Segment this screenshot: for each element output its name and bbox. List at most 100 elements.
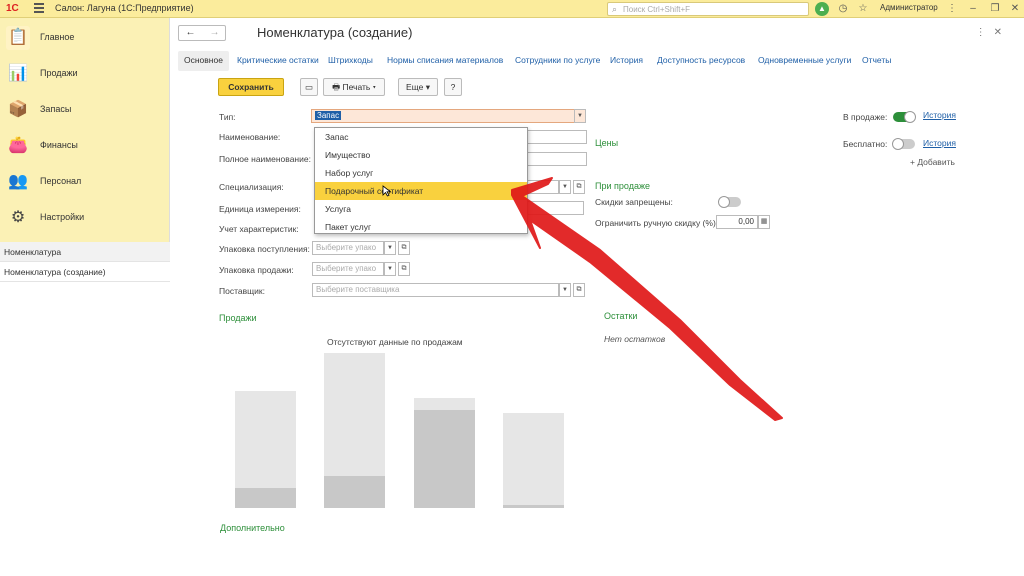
top-bar: 1С Салон: Лагуна (1С:Предприятие) ⌕ Поис… xyxy=(0,0,1024,18)
star-icon[interactable]: ☆ xyxy=(856,2,870,16)
pack-in-open-icon[interactable]: ⧉ xyxy=(398,241,410,255)
print-label: Печать xyxy=(342,82,371,92)
more-label: Еще xyxy=(406,82,424,92)
boxes-icon: 📦 xyxy=(8,101,28,118)
notification-icon[interactable]: ▲ xyxy=(815,2,829,16)
close-icon[interactable]: ✕ xyxy=(1008,2,1022,16)
placeholder-bar xyxy=(414,398,475,410)
tab-critical-stock[interactable]: Критические остатки xyxy=(237,51,319,71)
placeholder-bar xyxy=(324,476,385,508)
open-windows-list: Номенклатура Номенклатура (создание) xyxy=(0,242,170,576)
dropdown-item[interactable]: Запас xyxy=(315,128,527,146)
manual-discount-field[interactable]: 0,00 xyxy=(716,215,758,229)
gear-icon: ⚙ xyxy=(10,209,26,226)
sidebar-item-label: Финансы xyxy=(40,140,78,150)
free-history-link[interactable]: История xyxy=(923,138,956,148)
tab-resources[interactable]: Доступность ресурсов xyxy=(657,51,745,71)
full-name-field[interactable] xyxy=(527,152,587,166)
history-icon[interactable]: ◷ xyxy=(836,2,850,16)
pack-out-field[interactable]: Выберите упако xyxy=(312,262,384,276)
tab-reports[interactable]: Отчеты xyxy=(862,51,891,71)
type-field[interactable]: Запас xyxy=(311,109,575,123)
tab-employees[interactable]: Сотрудники по услуге xyxy=(515,51,600,71)
chart-icon: 📊 xyxy=(8,65,28,82)
sidebar-item-stock[interactable]: 📦 Запасы xyxy=(0,92,170,128)
type-label: Тип: xyxy=(219,112,236,122)
pack-out-dropdown[interactable]: ▼ xyxy=(384,262,396,276)
chevron-down-icon: ▾ xyxy=(370,82,376,92)
user-name[interactable]: Администратор xyxy=(880,3,938,12)
unit-label: Единица измерения: xyxy=(219,204,301,214)
pack-out-label: Упаковка продажи: xyxy=(219,265,294,275)
main-panel: ← → Номенклатура (создание) ⋮✕ Основное … xyxy=(171,18,1024,576)
extra-title: Дополнительно xyxy=(220,523,285,533)
in-sale-label: В продаже: xyxy=(843,112,888,122)
settings-icon[interactable]: ⋮ xyxy=(945,2,959,16)
full-name-label: Полное наименование: xyxy=(219,154,311,164)
sidebar-item-main[interactable]: 📋 Главное xyxy=(0,20,170,56)
supplier-open-icon[interactable]: ⧉ xyxy=(573,283,585,297)
copy-icon: ▭ xyxy=(304,82,314,92)
tab-simultaneous[interactable]: Одновременные услуги xyxy=(758,51,851,71)
on-sale-title: При продаже xyxy=(595,181,650,191)
specialization-field[interactable] xyxy=(527,180,559,194)
stock-title: Остатки xyxy=(604,311,638,321)
more-button[interactable]: Еще ▾ xyxy=(398,78,438,96)
print-button[interactable]: 🖶 Печать ▾ xyxy=(323,78,385,96)
page-title: Номенклатура (создание) xyxy=(257,25,413,40)
supplier-label: Поставщик: xyxy=(219,286,265,296)
open-window-item[interactable]: Номенклатура (создание) xyxy=(0,262,170,282)
sales-chart-caption: Отсутствуют данные по продажам xyxy=(327,337,463,347)
calculator-icon[interactable]: ▦ xyxy=(758,215,770,229)
window-controls[interactable]: ⋮✕ xyxy=(976,27,1010,38)
in-sale-history-link[interactable]: История xyxy=(923,110,956,120)
tab-barcodes[interactable]: Штрихкоды xyxy=(328,51,373,71)
type-dropdown-button[interactable]: ▼ xyxy=(574,109,586,123)
dropdown-item[interactable]: Пакет услуг xyxy=(315,218,527,236)
placeholder-bar xyxy=(235,488,296,508)
sidebar-item-finance[interactable]: 👛 Финансы xyxy=(0,128,170,164)
pack-in-dropdown[interactable]: ▼ xyxy=(384,241,396,255)
supplier-field[interactable]: Выберите поставщика xyxy=(312,283,559,297)
pack-in-field[interactable]: Выберите упако xyxy=(312,241,384,255)
placeholder-bar xyxy=(503,413,564,505)
name-field[interactable] xyxy=(527,130,587,144)
no-stock-note: Нет остатков xyxy=(604,334,666,344)
supplier-dropdown[interactable]: ▼ xyxy=(559,283,571,297)
save-button[interactable]: Сохранить xyxy=(218,78,284,96)
specialization-dropdown[interactable]: ▼ xyxy=(559,180,571,194)
help-button[interactable]: ? xyxy=(444,78,462,96)
open-window-item[interactable]: Номенклатура xyxy=(0,242,170,262)
sidebar: 📋 Главное 📊 Продажи 📦 Запасы 👛 Финансы 👥… xyxy=(0,18,170,576)
specialization-label: Специализация: xyxy=(219,182,284,192)
specialization-open-icon[interactable]: ⧉ xyxy=(573,180,585,194)
sidebar-item-label: Настройки xyxy=(40,212,85,222)
sidebar-item-sales[interactable]: 📊 Продажи xyxy=(0,56,170,92)
pack-in-label: Упаковка поступления: xyxy=(219,244,310,254)
menu-icon[interactable] xyxy=(34,3,44,13)
sidebar-item-label: Продажи xyxy=(40,68,78,78)
tab-main[interactable]: Основное xyxy=(178,51,229,71)
discounts-forbidden-toggle[interactable] xyxy=(718,196,741,208)
minimize-icon[interactable]: – xyxy=(966,2,980,16)
dropdown-item-highlighted[interactable]: Подарочный сертификат xyxy=(315,182,527,200)
dropdown-item[interactable]: Услуга xyxy=(315,200,527,218)
tab-write-off[interactable]: Нормы списания материалов xyxy=(387,51,503,71)
sidebar-item-staff[interactable]: 👥 Персонал xyxy=(0,164,170,200)
nav-arrows: ← → xyxy=(178,25,226,41)
dropdown-item[interactable]: Набор услуг xyxy=(315,164,527,182)
back-icon[interactable]: ← xyxy=(179,27,202,38)
unit-field[interactable] xyxy=(527,201,584,215)
search-input[interactable]: ⌕ Поиск Ctrl+Shift+F xyxy=(607,2,809,16)
dropdown-item[interactable]: Имущество xyxy=(315,146,527,164)
pack-out-open-icon[interactable]: ⧉ xyxy=(398,262,410,276)
search-placeholder: Поиск Ctrl+Shift+F xyxy=(623,4,691,14)
forward-icon[interactable]: → xyxy=(203,27,226,38)
add-link[interactable]: + Добавить xyxy=(910,157,955,167)
copy-button[interactable]: ▭ xyxy=(300,78,318,96)
free-toggle[interactable] xyxy=(892,138,915,150)
tab-history[interactable]: История xyxy=(610,51,643,71)
restore-icon[interactable]: ❐ xyxy=(988,2,1002,16)
in-sale-toggle[interactable] xyxy=(893,111,916,123)
sidebar-item-settings[interactable]: ⚙ Настройки xyxy=(0,200,170,236)
